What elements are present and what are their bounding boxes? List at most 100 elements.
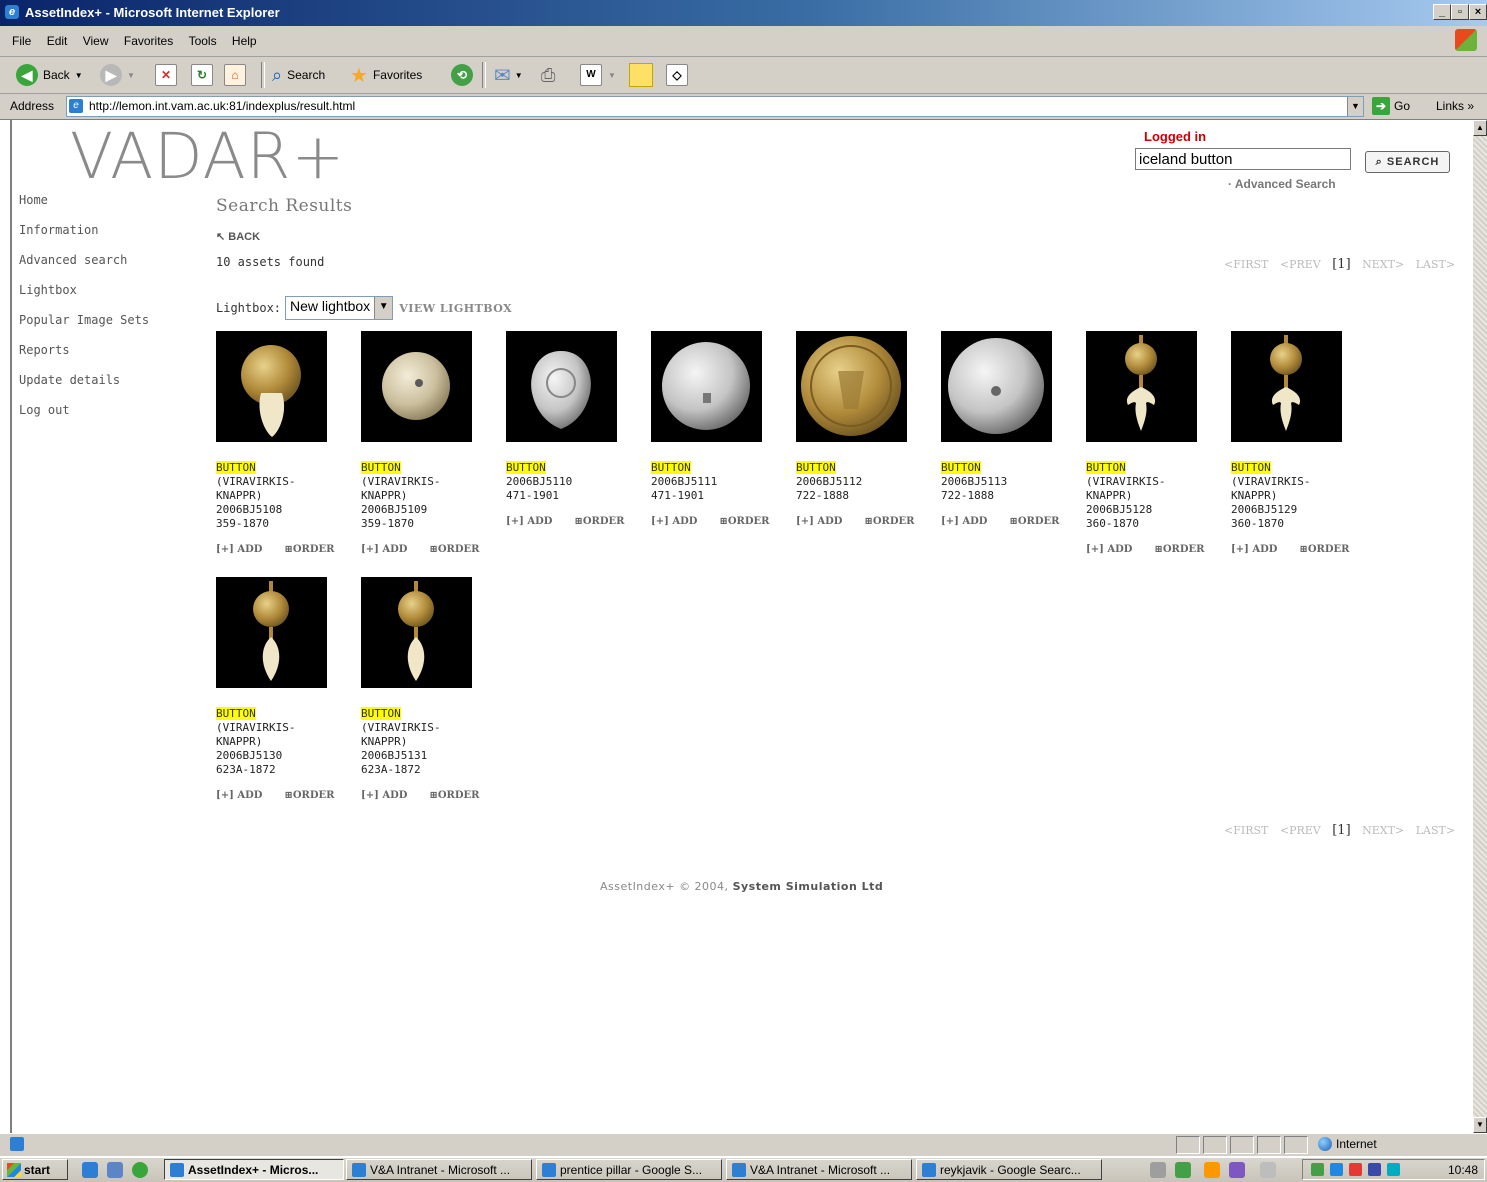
view-lightbox-link[interactable]: VIEW LIGHTBOX xyxy=(399,302,512,315)
tool-icon[interactable] xyxy=(1150,1162,1166,1178)
result-title[interactable]: BUTTON xyxy=(361,707,401,720)
edit-button[interactable]: W ▼ xyxy=(580,62,616,88)
nav-popular-image-sets[interactable]: Popular Image Sets xyxy=(19,313,149,343)
draw-icon[interactable] xyxy=(1204,1162,1220,1178)
tray-monitor-icon[interactable] xyxy=(1387,1163,1400,1176)
order-button[interactable]: ⊞ORDER xyxy=(284,544,334,555)
tray-update-icon[interactable] xyxy=(1330,1163,1343,1176)
order-button[interactable]: ⊞ORDER xyxy=(429,544,479,555)
result-thumbnail[interactable] xyxy=(361,331,472,442)
search-toolbar-button[interactable]: ⌕ Search xyxy=(272,62,325,88)
nav-lightbox[interactable]: Lightbox xyxy=(19,283,149,313)
result-title[interactable]: BUTTON xyxy=(216,707,256,720)
result-title[interactable]: BUTTON xyxy=(1086,461,1126,474)
help-icon[interactable] xyxy=(1260,1162,1276,1178)
history-button[interactable]: ⟲ xyxy=(451,62,473,88)
order-button[interactable]: ⊞ORDER xyxy=(1299,544,1349,555)
order-button[interactable]: ⊞ORDER xyxy=(284,790,334,801)
address-dropdown-icon[interactable]: ▼ xyxy=(1347,97,1363,116)
add-to-lightbox-button[interactable]: [+] ADD xyxy=(216,544,262,555)
tray-network-icon[interactable] xyxy=(1311,1163,1324,1176)
menu-help[interactable]: Help xyxy=(232,34,257,48)
minimize-button[interactable]: _ xyxy=(1433,4,1451,20)
home-button[interactable]: ⌂ xyxy=(224,62,246,88)
add-to-lightbox-button[interactable]: [+] ADD xyxy=(796,516,842,527)
nav-log-out[interactable]: Log out xyxy=(19,403,149,433)
pager-last[interactable]: LAST> xyxy=(1416,258,1455,271)
task-reykjavik[interactable]: reykjavik - Google Searc... xyxy=(916,1159,1102,1180)
result-thumbnail[interactable] xyxy=(1231,331,1342,442)
result-thumbnail[interactable] xyxy=(796,331,907,442)
site-logo[interactable]: VADAR+ xyxy=(70,120,345,193)
nav-update-details[interactable]: Update details xyxy=(19,373,149,403)
back-button[interactable]: ◀ Back ▼ xyxy=(16,62,83,88)
add-to-lightbox-button[interactable]: [+] ADD xyxy=(941,516,987,527)
order-button[interactable]: ⊞ORDER xyxy=(429,790,479,801)
pager-next[interactable]: NEXT> xyxy=(1362,258,1404,271)
ie-quicklaunch-icon[interactable] xyxy=(82,1162,98,1178)
add-to-lightbox-button[interactable]: [+] ADD xyxy=(506,516,552,527)
menu-tools[interactable]: Tools xyxy=(189,34,217,48)
pager-first[interactable]: <FIRST xyxy=(1224,258,1268,271)
order-button[interactable]: ⊞ORDER xyxy=(574,516,624,527)
add-to-lightbox-button[interactable]: [+] ADD xyxy=(216,790,262,801)
result-thumbnail[interactable] xyxy=(1086,331,1197,442)
nav-advanced-search[interactable]: Advanced search xyxy=(19,253,149,283)
order-button[interactable]: ⊞ORDER xyxy=(719,516,769,527)
add-to-lightbox-button[interactable]: [+] ADD xyxy=(361,544,407,555)
vertical-scrollbar[interactable]: ▲ ▼ xyxy=(1473,120,1487,1133)
pager-first[interactable]: <FIRST xyxy=(1224,824,1268,837)
address-input[interactable]: e http://lemon.int.vam.ac.uk:81/indexplu… xyxy=(66,96,1364,117)
forward-button[interactable]: ▶ ▼ xyxy=(100,62,135,88)
menu-file[interactable]: File xyxy=(12,34,31,48)
result-thumbnail[interactable] xyxy=(216,577,327,688)
result-thumbnail[interactable] xyxy=(651,331,762,442)
add-to-lightbox-button[interactable]: [+] ADD xyxy=(361,790,407,801)
order-button[interactable]: ⊞ORDER xyxy=(1154,544,1204,555)
close-button[interactable]: × xyxy=(1469,4,1487,20)
menu-view[interactable]: View xyxy=(83,34,109,48)
stop-button[interactable]: ✕ xyxy=(155,62,177,88)
add-to-lightbox-button[interactable]: [+] ADD xyxy=(651,516,697,527)
add-to-lightbox-button[interactable]: [+] ADD xyxy=(1231,544,1277,555)
task-va-intranet-2[interactable]: V&A Intranet - Microsoft ... xyxy=(726,1159,912,1180)
add-to-lightbox-button[interactable]: [+] ADD xyxy=(1086,544,1132,555)
pager-prev[interactable]: <PREV xyxy=(1280,258,1321,271)
pager-next[interactable]: NEXT> xyxy=(1362,824,1404,837)
result-thumbnail[interactable] xyxy=(216,331,327,442)
scroll-down-icon[interactable]: ▼ xyxy=(1473,1117,1487,1133)
footer-company[interactable]: System Simulation Ltd xyxy=(733,880,884,893)
go-button[interactable]: ➔ Go xyxy=(1372,97,1410,115)
result-thumbnail[interactable] xyxy=(361,577,472,688)
mail-button[interactable]: ✉ ▼ xyxy=(494,62,523,88)
pager-last[interactable]: LAST> xyxy=(1416,824,1455,837)
presentation-icon[interactable] xyxy=(1175,1162,1191,1178)
print-button[interactable]: ⎙ xyxy=(541,62,555,88)
advanced-search-link[interactable]: · Advanced Search xyxy=(1228,177,1336,191)
nav-home[interactable]: Home xyxy=(19,193,149,223)
result-title[interactable]: BUTTON xyxy=(796,461,836,474)
tray-security-icon[interactable] xyxy=(1349,1163,1362,1176)
notes-button[interactable] xyxy=(629,62,653,88)
start-button[interactable]: start xyxy=(2,1159,68,1180)
messenger-button[interactable]: ◇ xyxy=(666,62,688,88)
menu-favorites[interactable]: Favorites xyxy=(124,34,173,48)
media-quicklaunch-icon[interactable] xyxy=(132,1162,148,1178)
result-title[interactable]: BUTTON xyxy=(651,461,691,474)
search-button[interactable]: ⌕ SEARCH xyxy=(1365,151,1450,173)
result-thumbnail[interactable] xyxy=(506,331,617,442)
order-button[interactable]: ⊞ORDER xyxy=(864,516,914,527)
result-title[interactable]: BUTTON xyxy=(506,461,546,474)
tray-display-icon[interactable] xyxy=(1368,1163,1381,1176)
task-prentice-pillar[interactable]: prentice pillar - Google S... xyxy=(536,1159,722,1180)
task-assetindex[interactable]: AssetIndex+ - Micros... xyxy=(164,1159,344,1180)
nav-information[interactable]: Information xyxy=(19,223,149,253)
result-title[interactable]: BUTTON xyxy=(1231,461,1271,474)
desktop-quicklaunch-icon[interactable] xyxy=(107,1162,123,1178)
back-link[interactable]: ↖ BACK xyxy=(216,230,260,243)
result-title[interactable]: BUTTON xyxy=(941,461,981,474)
paint-icon[interactable] xyxy=(1229,1162,1245,1178)
task-va-intranet-1[interactable]: V&A Intranet - Microsoft ... xyxy=(346,1159,532,1180)
search-input[interactable] xyxy=(1135,148,1351,170)
order-button[interactable]: ⊞ORDER xyxy=(1009,516,1059,527)
